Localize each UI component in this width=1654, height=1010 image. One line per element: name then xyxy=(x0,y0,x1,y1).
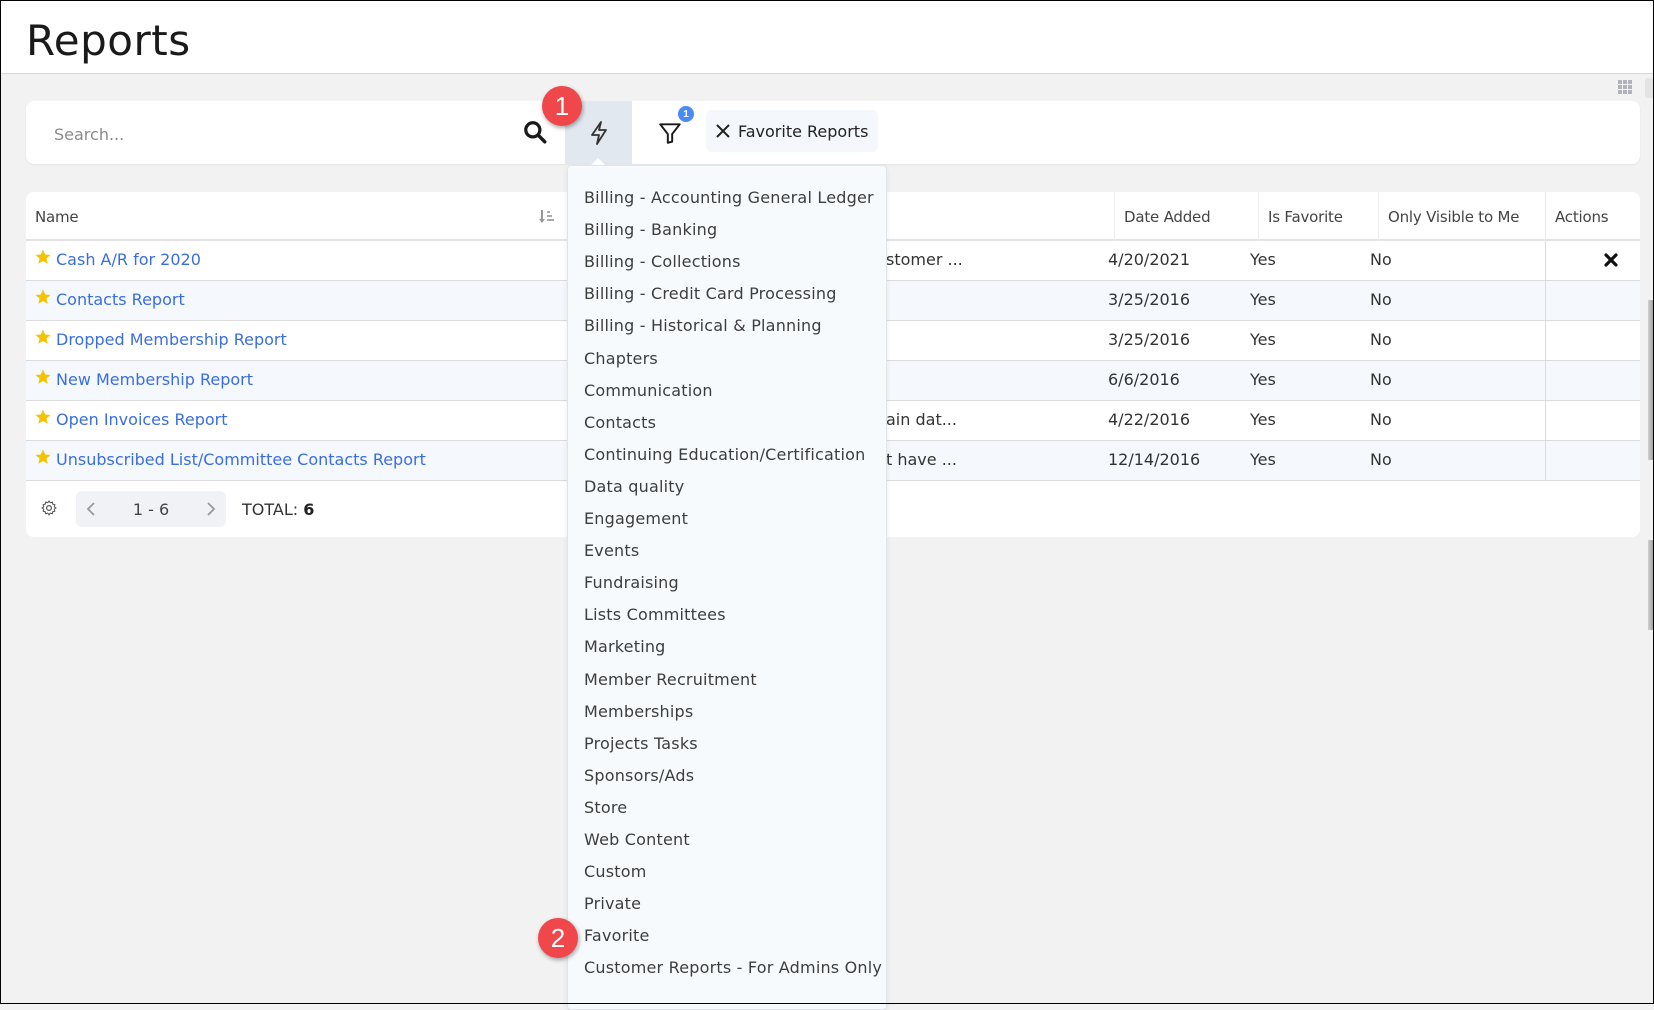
scrollbar[interactable] xyxy=(1648,300,1654,460)
search-icon[interactable] xyxy=(522,119,548,145)
scrollbar[interactable] xyxy=(1648,540,1654,630)
filter-icon xyxy=(659,123,681,144)
report-name-link[interactable]: Dropped Membership Report xyxy=(56,330,287,349)
remove-filter-icon[interactable] xyxy=(715,123,731,139)
report-name-link[interactable]: Open Invoices Report xyxy=(56,410,227,429)
category-menu-item[interactable]: Data quality xyxy=(584,477,684,496)
column-header-only-visible[interactable]: Only Visible to Me xyxy=(1388,208,1519,226)
category-menu-item[interactable]: Billing - Accounting General Ledger xyxy=(584,188,874,207)
total-value: 6 xyxy=(303,500,315,519)
filter-count-badge: 1 xyxy=(678,106,694,122)
pagination: 1 - 6 xyxy=(76,491,226,527)
gear-icon[interactable] xyxy=(40,499,58,517)
column-separator xyxy=(1114,192,1115,241)
category-menu-item[interactable]: Billing - Historical & Planning xyxy=(584,316,822,335)
category-menu-item[interactable]: Customer Reports - For Admins Only xyxy=(584,958,882,977)
report-description: stomer ... xyxy=(886,250,963,269)
category-menu-item[interactable]: Engagement xyxy=(584,509,688,528)
column-separator xyxy=(1258,192,1259,241)
report-name-link[interactable]: Contacts Report xyxy=(56,290,185,309)
date-added: 6/6/2016 xyxy=(1108,370,1180,389)
callout-2: 2 xyxy=(538,918,578,958)
is-favorite: Yes xyxy=(1250,450,1276,469)
report-name-link[interactable]: Cash A/R for 2020 xyxy=(56,250,201,269)
only-visible-to-me: No xyxy=(1370,330,1392,349)
date-added: 12/14/2016 xyxy=(1108,450,1201,469)
category-menu-item[interactable]: Events xyxy=(584,541,639,560)
favorite-star-icon[interactable] xyxy=(34,368,52,386)
total-count: TOTAL: 6 xyxy=(242,500,314,519)
category-menu-item[interactable]: Store xyxy=(584,798,627,817)
date-added: 4/20/2021 xyxy=(1108,250,1191,269)
category-menu-item[interactable]: Web Content xyxy=(584,830,690,849)
callout-1: 1 xyxy=(542,86,582,126)
favorite-star-icon[interactable] xyxy=(34,288,52,306)
only-visible-to-me: No xyxy=(1370,290,1392,309)
category-menu-item[interactable]: Billing - Credit Card Processing xyxy=(584,284,837,303)
only-visible-to-me: No xyxy=(1370,450,1392,469)
date-added: 4/22/2016 xyxy=(1108,410,1191,429)
chip-label: Favorite Reports xyxy=(738,121,869,141)
category-menu-item[interactable]: Fundraising xyxy=(584,573,679,592)
category-menu-item[interactable]: Favorite xyxy=(584,926,650,945)
report-name-link[interactable]: New Membership Report xyxy=(56,370,253,389)
column-header-is-favorite[interactable]: Is Favorite xyxy=(1268,208,1343,226)
category-dropdown-menu: Billing - Accounting General Ledger Billi… xyxy=(567,165,887,1010)
category-menu-item[interactable]: Chapters xyxy=(584,349,658,368)
column-header-name[interactable]: Name xyxy=(35,208,79,226)
side-panel-tab[interactable] xyxy=(1645,78,1654,98)
grid-view-icon[interactable] xyxy=(1618,80,1632,94)
search-input[interactable] xyxy=(52,119,516,149)
category-menu-item[interactable]: Marketing xyxy=(584,637,666,656)
only-visible-to-me: No xyxy=(1370,410,1392,429)
only-visible-to-me: No xyxy=(1370,250,1392,269)
favorite-star-icon[interactable] xyxy=(34,448,52,466)
column-separator xyxy=(1378,192,1379,241)
title-bar: Reports xyxy=(0,0,1654,74)
category-menu-item[interactable]: Private xyxy=(584,894,641,913)
category-menu-item[interactable]: Custom xyxy=(584,862,647,881)
is-favorite: Yes xyxy=(1250,410,1276,429)
column-header-date-added[interactable]: Date Added xyxy=(1124,208,1211,226)
category-menu-item[interactable]: Billing - Collections xyxy=(584,252,741,271)
category-menu-item[interactable]: Contacts xyxy=(584,413,656,432)
date-added: 3/25/2016 xyxy=(1108,290,1191,309)
category-menu-item[interactable]: Projects Tasks xyxy=(584,734,698,753)
is-favorite: Yes xyxy=(1250,250,1276,269)
is-favorite: Yes xyxy=(1250,370,1276,389)
is-favorite: Yes xyxy=(1250,290,1276,309)
favorite-star-icon[interactable] xyxy=(34,408,52,426)
report-description: t have ... xyxy=(886,450,957,469)
column-header-actions: Actions xyxy=(1555,208,1609,226)
is-favorite: Yes xyxy=(1250,330,1276,349)
lightning-icon xyxy=(590,120,607,145)
report-name-link[interactable]: Unsubscribed List/Committee Contacts Rep… xyxy=(56,450,426,469)
only-visible-to-me: No xyxy=(1370,370,1392,389)
chevron-right-icon[interactable] xyxy=(200,499,220,519)
page-title: Reports xyxy=(26,16,191,65)
category-menu-item[interactable]: Communication xyxy=(584,381,713,400)
report-description: ain dat... xyxy=(886,410,957,429)
favorite-star-icon[interactable] xyxy=(34,248,52,266)
category-menu-item[interactable]: Lists Committees xyxy=(584,605,726,624)
category-menu-item[interactable]: Member Recruitment xyxy=(584,670,757,689)
search-toolbar: 1 Favorite Reports xyxy=(26,101,1640,164)
favorite-star-icon[interactable] xyxy=(34,328,52,346)
category-menu-item[interactable]: Sponsors/Ads xyxy=(584,766,694,785)
actions-column-divider xyxy=(1545,241,1546,481)
column-separator xyxy=(1545,192,1546,241)
date-added: 3/25/2016 xyxy=(1108,330,1191,349)
total-label: TOTAL: xyxy=(242,500,299,519)
active-filter-chip[interactable]: Favorite Reports xyxy=(706,110,879,152)
remove-favorite-icon[interactable] xyxy=(1603,252,1619,268)
sort-icon[interactable] xyxy=(538,208,556,226)
dropdown-caret xyxy=(591,158,605,165)
category-menu-item[interactable]: Continuing Education/Certification xyxy=(584,445,865,464)
category-menu-item[interactable]: Memberships xyxy=(584,702,693,721)
category-menu-item[interactable]: Billing - Banking xyxy=(584,220,717,239)
